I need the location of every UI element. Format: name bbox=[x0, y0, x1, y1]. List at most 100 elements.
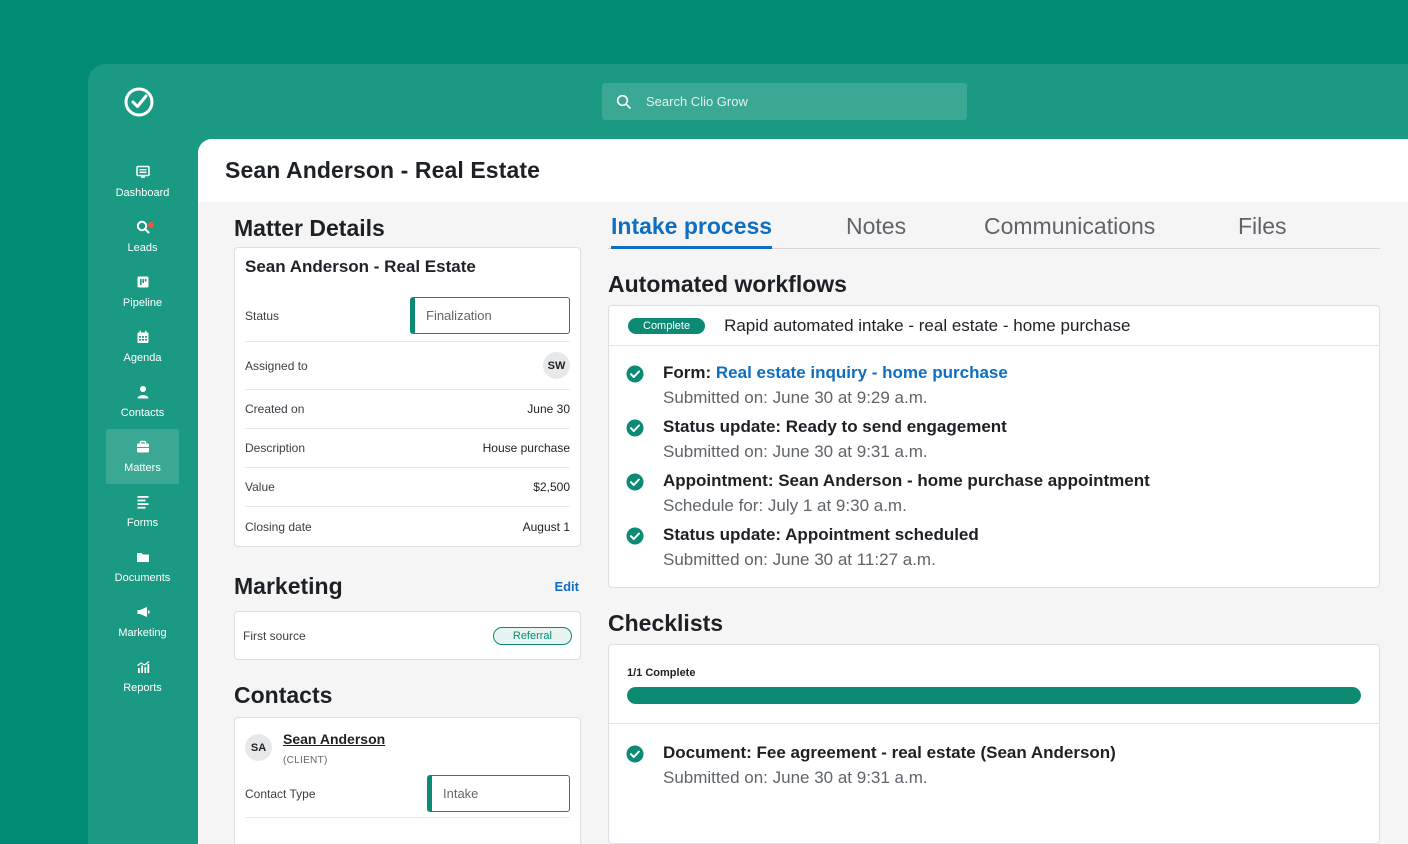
dashboard-icon bbox=[135, 165, 150, 178]
list-item: Status update: Appointment scheduled Sub… bbox=[626, 525, 1379, 579]
checklist-items: Document: Fee agreement - real estate (S… bbox=[609, 724, 1379, 797]
search-input[interactable] bbox=[646, 94, 946, 109]
nav-item-marketing[interactable]: Marketing bbox=[106, 594, 179, 649]
status-value: Finalization bbox=[426, 308, 492, 323]
main-panel: Sean Anderson - Real Estate Matter Detai… bbox=[198, 139, 1408, 844]
list-item: Status update: Ready to send engagement … bbox=[626, 417, 1379, 471]
left-column: Matter Details Sean Anderson - Real Esta… bbox=[234, 202, 581, 844]
nav-label: Leads bbox=[127, 241, 158, 254]
marketing-header: Marketing Edit bbox=[234, 573, 581, 600]
assigned-label: Assigned to bbox=[245, 358, 308, 373]
checklist-item-subtitle: Submitted on: June 30 at 9:31 a.m. bbox=[663, 768, 928, 787]
value-amount: $2,500 bbox=[533, 480, 570, 494]
sidebar-nav: Dashboard Leads Pipeline Agenda Contacts… bbox=[106, 154, 179, 704]
description-label: Description bbox=[245, 441, 306, 455]
matter-details-heading: Matter Details bbox=[234, 215, 385, 241]
nav-item-pipeline[interactable]: Pipeline bbox=[106, 264, 179, 319]
contact-type-select[interactable]: Intake bbox=[427, 775, 570, 812]
status-row: Status Finalization bbox=[245, 290, 570, 342]
nav-item-dashboard[interactable]: Dashboard bbox=[106, 154, 179, 209]
contact-name-block: Sean Anderson (CLIENT) bbox=[283, 731, 385, 766]
nav-label: Dashboard bbox=[115, 186, 170, 199]
check-circle-icon bbox=[626, 527, 644, 545]
workflow-name: Rapid automated intake - real estate - h… bbox=[724, 315, 1131, 335]
page-title: Sean Anderson - Real Estate bbox=[225, 157, 540, 183]
contact-type-row: Contact Type Intake bbox=[245, 770, 570, 818]
value-row: Value $2,500 bbox=[245, 468, 570, 507]
status-badge: Complete bbox=[628, 317, 706, 334]
contact-role: (CLIENT) bbox=[283, 755, 328, 766]
checklist-header: 1/1 Complete bbox=[609, 645, 1379, 724]
nav-item-documents[interactable]: Documents bbox=[106, 539, 179, 594]
workflow-header[interactable]: Complete Rapid automated intake - real e… bbox=[609, 306, 1379, 346]
closing-row: Closing date August 1 bbox=[245, 507, 570, 546]
list-item: Document: Fee agreement - real estate (S… bbox=[626, 743, 1379, 797]
right-column: Intake process Notes Communications File… bbox=[608, 202, 1380, 844]
step-subtitle: Schedule for: July 1 at 9:30 a.m. bbox=[663, 496, 907, 515]
edit-marketing-link[interactable]: Edit bbox=[554, 579, 579, 594]
contact-type-label: Contact Type bbox=[245, 786, 316, 801]
reports-icon bbox=[136, 660, 149, 673]
contact-type-value: Intake bbox=[443, 786, 479, 801]
step-title: Status update: Ready to send engagement bbox=[663, 417, 1007, 436]
leads-icon bbox=[136, 220, 149, 233]
calendar-icon bbox=[137, 330, 148, 343]
workflow-card: Complete Rapid automated intake - real e… bbox=[608, 305, 1380, 588]
marketing-card: First source Referral bbox=[234, 611, 581, 660]
megaphone-icon bbox=[137, 606, 149, 617]
workflows-heading: Automated workflows bbox=[608, 271, 847, 297]
nav-label: Matters bbox=[124, 461, 161, 474]
check-circle-icon bbox=[626, 473, 644, 491]
nav-item-leads[interactable]: Leads bbox=[106, 209, 179, 264]
nav-item-matters[interactable]: Matters bbox=[106, 429, 179, 484]
checklist-item-title: Document: Fee agreement - real estate (S… bbox=[663, 743, 1116, 762]
progress-bar bbox=[627, 687, 1361, 704]
checklist-count: 1/1 Complete bbox=[627, 667, 696, 679]
nav-item-contacts[interactable]: Contacts bbox=[106, 374, 179, 429]
description-value: House purchase bbox=[482, 441, 570, 455]
avatar[interactable]: SW bbox=[543, 352, 570, 379]
contact-person: SA Sean Anderson (CLIENT) bbox=[245, 718, 570, 770]
created-value: June 30 bbox=[527, 402, 570, 416]
nav-label: Forms bbox=[126, 516, 159, 529]
folder-icon bbox=[136, 552, 149, 562]
status-select[interactable]: Finalization bbox=[410, 297, 570, 334]
tab-files[interactable]: Files bbox=[1238, 202, 1287, 240]
check-circle-icon bbox=[626, 365, 644, 383]
form-link[interactable]: Real estate inquiry - home purchase bbox=[716, 363, 1008, 382]
step-subtitle: Submitted on: June 30 at 11:27 a.m. bbox=[663, 550, 936, 569]
progress-bar-fill bbox=[627, 687, 1361, 704]
nav-item-reports[interactable]: Reports bbox=[106, 649, 179, 704]
step-title: Appointment: Sean Anderson - home purcha… bbox=[663, 471, 1150, 490]
contacts-card: SA Sean Anderson (CLIENT) Contact Type I… bbox=[234, 717, 581, 844]
avatar: SA bbox=[245, 734, 272, 761]
pipeline-icon bbox=[137, 276, 148, 287]
briefcase-icon bbox=[136, 440, 149, 452]
nav-item-forms[interactable]: Forms bbox=[106, 484, 179, 539]
forms-icon bbox=[137, 495, 148, 509]
step-subtitle: Submitted on: June 30 at 9:29 a.m. bbox=[663, 388, 928, 407]
nav-label: Marketing bbox=[118, 626, 167, 639]
check-circle-icon bbox=[626, 419, 644, 437]
step-subtitle: Submitted on: June 30 at 9:31 a.m. bbox=[663, 442, 928, 461]
tab-bar: Intake process Notes Communications File… bbox=[608, 202, 1380, 249]
tab-notes[interactable]: Notes bbox=[846, 202, 906, 240]
step-title: Form: bbox=[663, 363, 716, 382]
workflow-steps: Form: Real estate inquiry - home purchas… bbox=[609, 346, 1379, 579]
tab-communications[interactable]: Communications bbox=[984, 202, 1155, 240]
nav-label: Pipeline bbox=[122, 296, 163, 309]
tab-intake-process[interactable]: Intake process bbox=[611, 202, 773, 249]
matter-card-title: Sean Anderson - Real Estate bbox=[245, 257, 476, 276]
clio-logo-icon[interactable] bbox=[123, 86, 155, 118]
status-label: Status bbox=[245, 308, 280, 323]
search-icon bbox=[616, 94, 631, 109]
contact-name-link[interactable]: Sean Anderson bbox=[283, 731, 385, 747]
nav-item-agenda[interactable]: Agenda bbox=[106, 319, 179, 374]
value-label: Value bbox=[245, 480, 275, 494]
search-bar[interactable] bbox=[602, 83, 967, 120]
checklist-card: 1/1 Complete Document: Fee agreement - r… bbox=[608, 644, 1380, 844]
description-row: Description House purchase bbox=[245, 429, 570, 468]
checklists-heading: Checklists bbox=[608, 610, 724, 636]
nav-label: Agenda bbox=[123, 351, 162, 364]
closing-label: Closing date bbox=[245, 519, 312, 534]
